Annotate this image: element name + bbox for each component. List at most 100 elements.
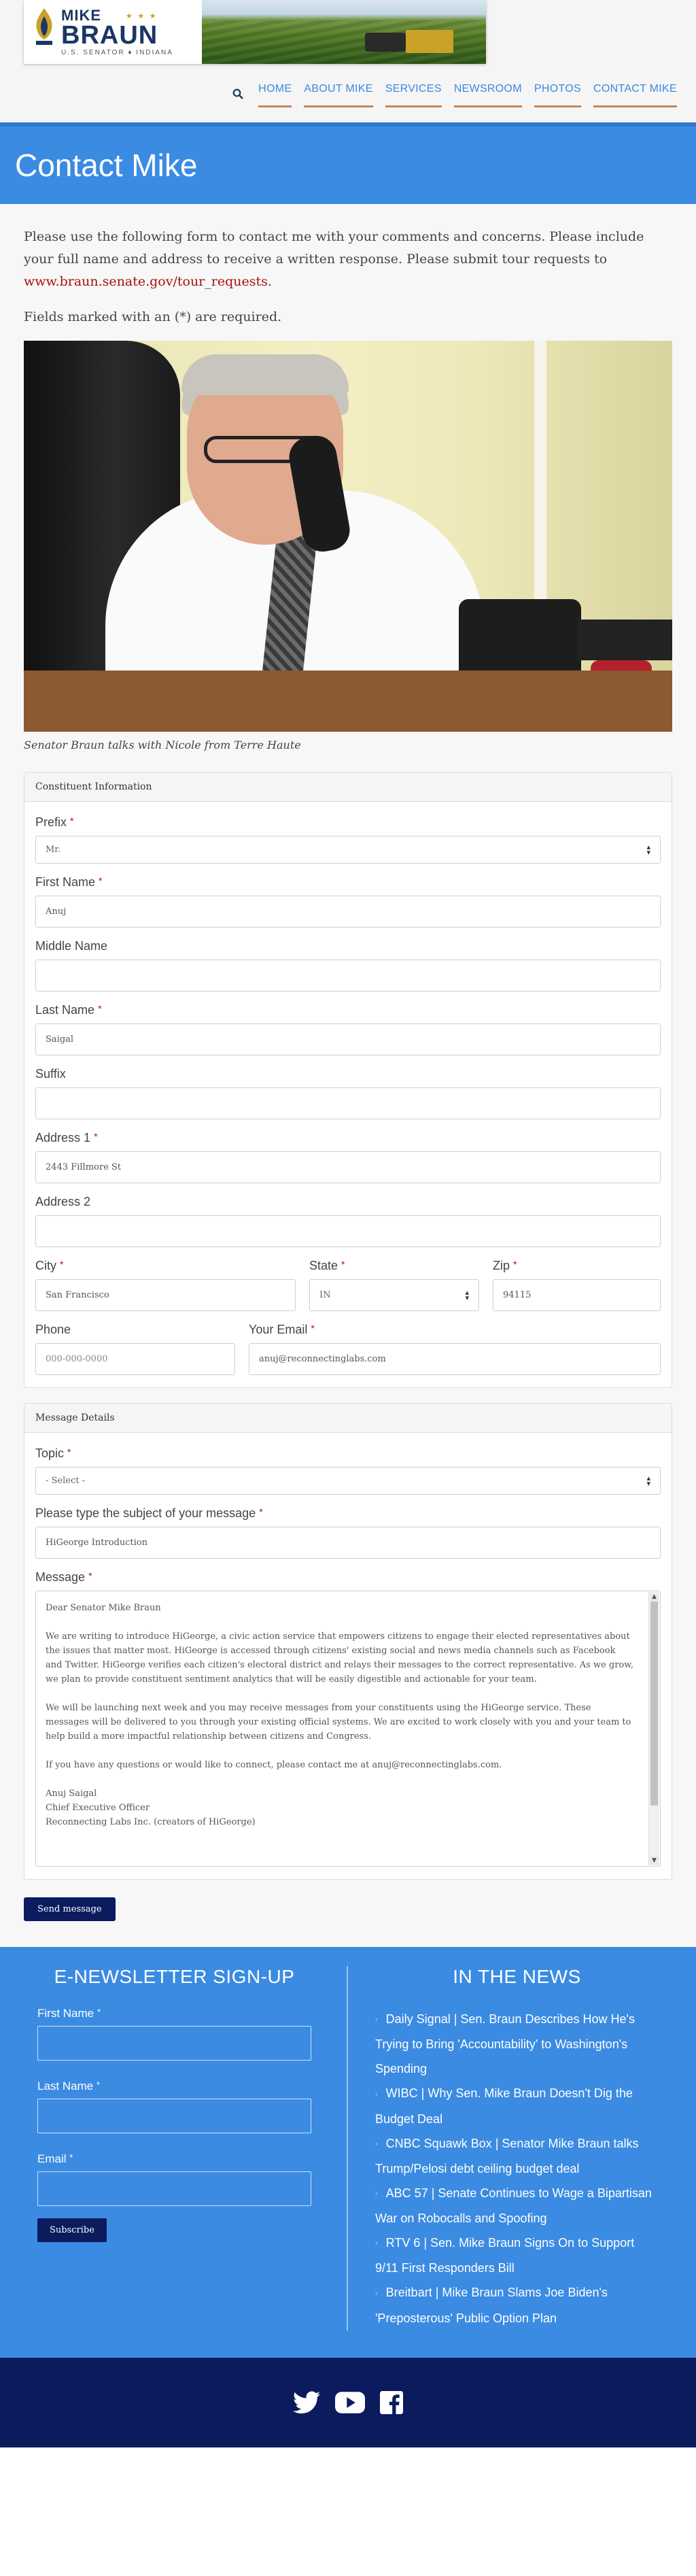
textarea-scrollbar[interactable]: ▲ ▼ [648,1592,659,1865]
senator-phone-photo [24,341,672,732]
site-logo-banner[interactable]: MIKE BRAUN U.S. SENATOR ♦ INDIANA ★ ★ ★ [24,0,486,64]
search-icon[interactable] [224,88,251,103]
subject-label: Please type the subject of your message … [35,1506,263,1520]
news-item[interactable]: › Breitbart | Mike Braun Slams Joe Biden'… [375,2280,659,2330]
intro-text: Please use the following form to contact… [24,229,644,267]
nav-newsroom[interactable]: NEWSROOM [453,83,522,107]
topic-label: Topic * [35,1446,71,1460]
news-item[interactable]: › CNBC Squawk Box | Senator Mike Braun ta… [375,2131,659,2181]
suffix-label: Suffix [35,1067,66,1081]
chevron-right-icon: › [375,2190,378,2198]
chevron-right-icon: › [375,2239,378,2248]
panel-title: Message Details [24,1404,672,1433]
subject-input[interactable]: HiGeorge Introduction [35,1527,661,1559]
zip-input[interactable]: 94115 [493,1279,661,1311]
middle-name-input[interactable] [35,960,661,992]
tour-requests-link[interactable]: www.braun.senate.gov/tour_requests [24,274,268,289]
chevron-right-icon: › [375,2090,378,2099]
news-item[interactable]: › Daily Signal | Sen. Braun Describes How… [375,2007,659,2081]
page-title: Contact Mike [15,148,198,183]
twitter-icon[interactable] [293,2391,320,2414]
last-name-input[interactable]: Saigal [35,1023,661,1055]
news-item[interactable]: › WIBC | Why Sen. Mike Braun Doesn't Dig … [375,2081,659,2131]
email-input[interactable]: anuj@reconnectinglabs.com [249,1343,661,1375]
news-list: › Daily Signal | Sen. Braun Describes How… [375,2007,659,2331]
newsletter-email-input[interactable] [37,2171,311,2206]
prefix-select[interactable]: Mr. ▴ ▾ [35,836,661,864]
select-arrows-icon: ▴ ▾ [646,842,650,857]
message-signature-company: Reconnecting Labs Inc. (creators of HiGe… [46,1817,256,1827]
scrollbar-thumb[interactable] [650,1601,658,1806]
intro-text-end: . [267,274,272,289]
newsletter-first-name-label: First Name * [37,2007,101,2020]
phone-label: Phone [35,1323,71,1336]
nav-services[interactable]: SERVICES [385,83,442,107]
city-label: City * [35,1259,64,1272]
photo-caption: Senator Braun talks with Nicole from Ter… [24,739,301,751]
news-item[interactable]: › ABC 57 | Senate Continues to Wage a Bip… [375,2181,659,2231]
city-input[interactable]: San Francisco [35,1279,296,1311]
logo-line-3: U.S. SENATOR ♦ INDIANA [61,49,173,56]
footer-social [0,2357,696,2447]
grain-trailer-image [406,30,453,53]
first-name-input[interactable]: Anuj [35,896,661,928]
news-item[interactable]: › RTV 6 | Sen. Mike Braun Signs On to Sup… [375,2231,659,2280]
last-name-label: Last Name * [35,1003,102,1017]
state-label: State * [309,1259,345,1272]
first-name-label: First Name * [35,875,103,889]
message-paragraph: If you have any questions or would like … [46,1760,502,1770]
topic-select[interactable]: - Select - ▴ ▾ [35,1467,661,1495]
send-message-button[interactable]: Send message [24,1897,116,1921]
message-paragraph: We are writing to introduce HiGeorge, a … [46,1631,633,1684]
chevron-right-icon: › [375,2139,378,2148]
farm-field-banner-image [202,0,486,64]
logo-stars: ★ ★ ★ [126,12,158,20]
footer-signup-news: E-NEWSLETTER SIGN-UP First Name * Last N… [0,1947,696,2358]
flame-logo-icon [36,8,52,45]
prefix-label: Prefix * [35,815,74,829]
suffix-input[interactable] [35,1087,661,1119]
facebook-icon[interactable] [380,2390,403,2414]
nav-home[interactable]: HOME [258,83,292,107]
zip-label: Zip * [493,1259,517,1272]
message-details-panel: Message Details Topic * - Select - ▴ ▾ Ple… [24,1403,672,1880]
newsletter-last-name-input[interactable] [37,2099,311,2133]
message-greeting: Dear Senator Mike Braun [46,1603,161,1613]
address1-input[interactable]: 2443 Fillmore St [35,1151,661,1183]
in-the-news: IN THE NEWS › Daily Signal | Sen. Braun D… [348,1966,696,2331]
chevron-right-icon: › [375,2289,378,2298]
newsletter-title: E-NEWSLETTER SIGN-UP [54,1966,295,1987]
page-hero: Contact Mike [0,122,696,204]
desk-phone [459,599,581,681]
phone-input[interactable]: 000-000-0000 [35,1343,235,1375]
constituent-information-panel: Constituent Information Prefix * Mr. ▴ ▾ F… [24,772,672,1388]
nav-contact-mike[interactable]: CONTACT MIKE [593,83,677,107]
middle-name-label: Middle Name [35,939,108,953]
newsletter-signup: E-NEWSLETTER SIGN-UP First Name * Last N… [0,1966,348,2331]
message-textarea[interactable]: Dear Senator Mike Braun We are writing t… [35,1591,661,1867]
site-header: MIKE BRAUN U.S. SENATOR ♦ INDIANA ★ ★ ★ … [0,0,696,122]
message-paragraph: We will be launching next week and you m… [46,1703,631,1742]
message-signature-name: Anuj Saigal [46,1789,97,1799]
scroll-down-icon[interactable]: ▼ [649,1856,659,1865]
nav-about-mike[interactable]: ABOUT MIKE [304,83,373,107]
newsletter-first-name-input[interactable] [37,2026,311,2061]
main-nav: HOME ABOUT MIKE SERVICES NEWSROOM PHOTOS… [224,83,677,107]
address1-label: Address 1 * [35,1131,98,1145]
address2-input[interactable] [35,1215,661,1247]
intro-paragraph: Please use the following form to contact… [24,226,672,293]
email-label: Your Email * [249,1323,315,1336]
scroll-up-icon[interactable]: ▲ [649,1592,659,1601]
nav-photos[interactable]: PHOTOS [534,83,581,107]
youtube-icon[interactable] [335,2391,365,2413]
tractor-image [365,33,406,52]
logo-line-2: BRAUN [61,21,158,50]
required-fields-note: Fields marked with an (*) are required. [24,309,282,324]
chevron-right-icon: › [375,2016,378,2024]
subscribe-button[interactable]: Subscribe [37,2218,107,2242]
panel-title: Constituent Information [24,773,672,802]
main-content: Please use the following form to contact… [0,204,696,1947]
address2-label: Address 2 [35,1195,91,1208]
message-signature-title: Chief Executive Officer [46,1803,150,1813]
state-select[interactable]: IN ▴ ▾ [309,1279,479,1311]
